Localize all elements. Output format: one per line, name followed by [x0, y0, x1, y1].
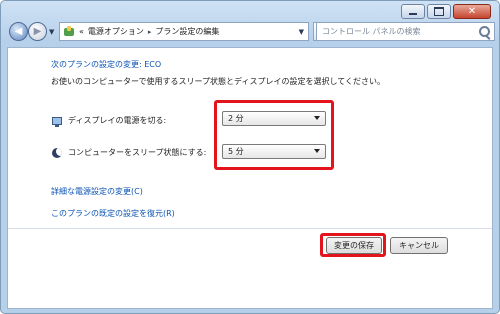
settings-highlight-box: [214, 100, 334, 170]
breadcrumb-item-edit-plan[interactable]: プラン設定の編集: [155, 26, 219, 37]
recent-pages-dropdown-icon[interactable]: ▼: [49, 28, 54, 36]
maximize-icon: [434, 7, 444, 16]
display-off-row: ディスプレイの電源を切る:: [52, 115, 167, 127]
maximize-button[interactable]: [427, 4, 451, 19]
window-frame: ✕ ◀ ▶ ▼ « 電源オプション ▸ プラン設定の編集 ▼ ↻ コントロール …: [0, 0, 500, 314]
window-caption-buttons: ✕: [401, 4, 491, 19]
divider: [8, 228, 492, 229]
forward-arrow-icon: ▶: [33, 26, 42, 37]
breadcrumb-item-power-options[interactable]: 電源オプション: [88, 26, 144, 37]
control-panel-icon: [63, 25, 75, 38]
save-highlight-box: [320, 233, 386, 257]
breadcrumb-overflow[interactable]: «: [79, 27, 84, 36]
display-off-label: ディスプレイの電源を切る:: [68, 116, 167, 125]
sleep-row: コンピューターをスリープ状態にする:: [52, 147, 206, 158]
monitor-icon: [52, 116, 62, 127]
page-title: 次のプランの設定の変更: ECO: [51, 60, 162, 69]
cancel-button[interactable]: キャンセル: [390, 237, 448, 254]
back-button[interactable]: ◀: [9, 22, 28, 41]
back-arrow-icon: ◀: [14, 26, 23, 37]
close-button[interactable]: ✕: [453, 4, 491, 19]
search-input[interactable]: コントロール パネルの検索: [316, 22, 495, 41]
minimize-icon: [409, 13, 417, 15]
navigation-bar: ◀ ▶ ▼ « 電源オプション ▸ プラン設定の編集 ▼ ↻ コントロール パネ…: [7, 21, 495, 43]
forward-button[interactable]: ▶: [28, 22, 47, 41]
search-placeholder: コントロール パネルの検索: [322, 27, 421, 36]
cancel-label: キャンセル: [399, 241, 439, 250]
moon-icon: [52, 147, 62, 158]
sleep-label: コンピューターをスリープ状態にする:: [68, 148, 207, 157]
address-dropdown-icon[interactable]: ▼: [299, 28, 304, 36]
close-icon: ✕: [467, 5, 477, 17]
address-bar[interactable]: « 電源オプション ▸ プラン設定の編集 ▼: [59, 22, 309, 41]
page-description: お使いのコンピューターで使用するスリープ状態とディスプレイの設定を選択してくださ…: [51, 77, 385, 86]
restore-defaults-link[interactable]: このプランの既定の設定を復元(R): [51, 208, 175, 219]
search-icon[interactable]: [479, 26, 490, 37]
advanced-settings-link[interactable]: 詳細な電源設定の変更(C): [51, 186, 143, 197]
breadcrumb-separator-icon[interactable]: ▸: [148, 28, 152, 36]
main-content: 次のプランの設定の変更: ECO お使いのコンピューターで使用するスリープ状態と…: [7, 47, 493, 309]
minimize-button[interactable]: [401, 4, 425, 19]
